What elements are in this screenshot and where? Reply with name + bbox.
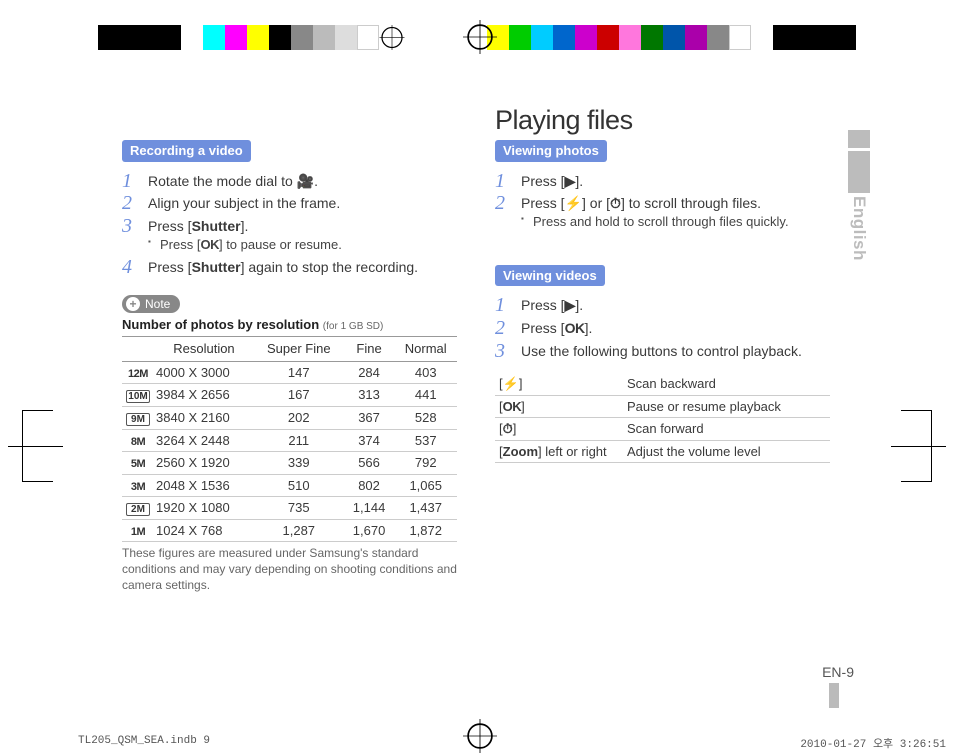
table-row: 8M3264 X 2448211374537 (122, 429, 457, 452)
control-row: [⏱]Scan forward (495, 418, 830, 441)
right-column: Viewing photos Press [▶]. Press [⚡] or [… (495, 140, 830, 463)
resolution-size-icon: 1M (127, 527, 149, 538)
col-header: Super Fine (254, 337, 344, 362)
control-row: [OK]Pause or resume playback (495, 395, 830, 418)
recording-steps: Rotate the mode dial to 🎥. Align your su… (122, 170, 457, 279)
resolution-size-icon: 5M (127, 459, 149, 470)
flash-icon: ⚡ (503, 376, 519, 391)
timer-icon: ⏱ (503, 421, 513, 436)
viewing-videos-steps: Press [▶]. Press [OK]. Use the following… (495, 294, 830, 363)
step-3: Press [Shutter]. Press [OK] to pause or … (122, 215, 457, 255)
resolution-size-icon: 8M (127, 437, 149, 448)
left-column: Recording a video Rotate the mode dial t… (122, 140, 457, 593)
note-badge: + Note (122, 295, 180, 313)
viewing-videos-heading: Viewing videos (495, 265, 605, 287)
table-row: 12M4000 X 3000147284403 (122, 361, 457, 384)
page-title: Playing files (495, 105, 633, 136)
resolution-size-icon: 12M (127, 369, 149, 380)
resolution-size-icon: 10M (126, 390, 150, 403)
step-1: Rotate the mode dial to 🎥. (122, 170, 457, 193)
resolution-size-icon: 2M (126, 503, 150, 516)
play-icon: ▶ (565, 297, 576, 313)
table-row: 1M1024 X 7681,2871,6701,872 (122, 519, 457, 542)
control-row: [Zoom] left or rightAdjust the volume le… (495, 440, 830, 463)
table-footnote: These figures are measured under Samsung… (122, 546, 457, 593)
page-number-bar (829, 683, 839, 708)
col-header: Normal (394, 337, 457, 362)
step-4: Press [Shutter] again to stop the record… (122, 256, 457, 279)
timer-icon: ⏱ (610, 195, 621, 211)
language-tab: English (848, 130, 870, 261)
table-row: 3M2048 X 15365108021,065 (122, 474, 457, 497)
print-footer: TL205_QSM_SEA.indb 9 2010-01-27 오후 3:26:… (78, 735, 946, 751)
crop-mark-left (22, 410, 53, 482)
crop-mark-right (901, 410, 932, 482)
video-mode-icon: 🎥 (297, 173, 314, 189)
resolution-table: ResolutionSuper FineFineNormal 12M4000 X… (122, 336, 457, 542)
step-2: Align your subject in the frame. (122, 192, 457, 215)
col-header: Fine (344, 337, 395, 362)
resolution-size-icon: 9M (126, 413, 150, 426)
viewing-photos-steps: Press [▶]. Press [⚡] or [⏱] to scroll th… (495, 170, 830, 233)
table-title: Number of photos by resolution (for 1 GB… (122, 316, 457, 334)
col-header (122, 337, 154, 362)
table-row: 5M2560 X 1920339566792 (122, 452, 457, 475)
page-number: EN-9 (822, 664, 854, 680)
recording-video-heading: Recording a video (122, 140, 251, 162)
plus-icon: + (126, 297, 140, 311)
table-row: 2M1920 X 10807351,1441,437 (122, 497, 457, 520)
control-row: [⚡]Scan backward (495, 373, 830, 395)
table-row: 9M3840 X 2160202367528 (122, 407, 457, 430)
play-icon: ▶ (565, 173, 576, 189)
col-header: Resolution (154, 337, 254, 362)
playback-controls-table: [⚡]Scan backward[OK]Pause or resume play… (495, 373, 830, 463)
resolution-size-icon: 3M (127, 482, 149, 493)
registration-mark (463, 20, 497, 54)
viewing-photos-heading: Viewing photos (495, 140, 607, 162)
flash-icon: ⚡ (565, 195, 582, 211)
table-row: 10M3984 X 2656167313441 (122, 384, 457, 407)
